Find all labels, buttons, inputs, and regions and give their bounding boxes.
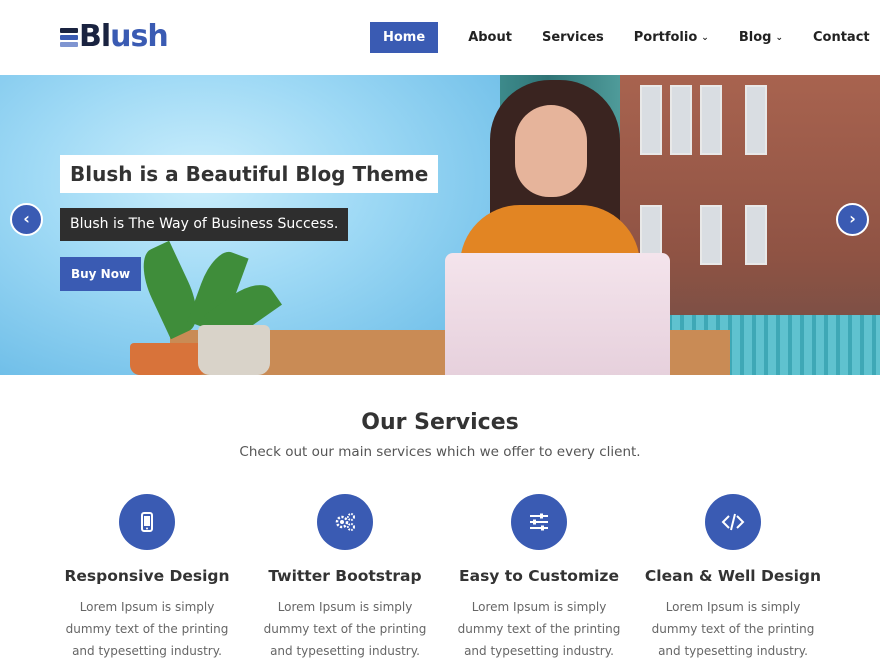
slider-prev-button[interactable]: ‹ <box>10 203 43 236</box>
hero-image-window <box>700 85 722 155</box>
nav-item-portfolio[interactable]: Portfolio ⌄ <box>622 22 721 53</box>
sliders-icon <box>530 513 548 531</box>
nav-item-home[interactable]: Home <box>370 22 439 53</box>
slider-next-button[interactable]: › <box>836 203 869 236</box>
hero-image-pot <box>198 325 270 375</box>
service-title: Easy to Customize <box>459 567 619 585</box>
service-card: Twitter Bootstrap Lorem Ipsum is simply … <box>245 494 445 660</box>
service-card: Clean & Well Design Lorem Ipsum is simpl… <box>633 494 833 660</box>
services-title: Our Services <box>361 410 519 435</box>
site-logo[interactable]: Blush <box>60 19 169 54</box>
service-text: Lorem Ipsum is simply dummy text of the … <box>263 600 427 658</box>
site-header: Blush Home About Services Portfolio ⌄ Bl… <box>0 0 880 75</box>
service-title: Clean & Well Design <box>644 567 822 585</box>
nav-item-label: Blog <box>738 30 772 45</box>
hero-subtitle: Blush is The Way of Business Success. <box>60 208 349 241</box>
service-title: Responsive Design <box>64 567 230 585</box>
service-text: Lorem Ipsum is simply dummy text of the … <box>651 600 815 658</box>
service-icon-circle <box>119 494 175 550</box>
service-card: Easy to Customize Lorem Ipsum is simply … <box>439 494 639 660</box>
gears-icon <box>335 513 355 531</box>
services-subtitle: Check out our main services which we off… <box>239 444 641 460</box>
hero-image-window <box>640 85 662 155</box>
nav-item-label: Home <box>383 30 426 45</box>
mobile-icon <box>141 512 153 532</box>
nav-item-label: About <box>468 30 512 45</box>
hero-image-window <box>700 205 722 265</box>
nav-item-about[interactable]: About <box>456 22 524 53</box>
service-title: Twitter Bootstrap <box>268 567 422 585</box>
logo-text: Blush <box>79 19 169 54</box>
service-icon-circle <box>317 494 373 550</box>
chevron-left-icon: ‹ <box>23 209 30 228</box>
hero-image-window <box>745 205 767 265</box>
code-icon <box>721 513 745 531</box>
nav-item-services[interactable]: Services <box>530 22 616 53</box>
service-text: Lorem Ipsum is simply dummy text of the … <box>65 600 229 658</box>
nav-item-label: Contact <box>812 30 870 45</box>
hero-slider: Blush is a Beautiful Blog Theme Blush is… <box>0 75 880 375</box>
hero-image-face <box>515 105 587 197</box>
chevron-right-icon: › <box>849 209 856 228</box>
hero-image-window <box>745 85 767 155</box>
chevron-down-icon: ⌄ <box>701 33 709 43</box>
main-nav: Home About Services Portfolio ⌄ Blog ⌄ C… <box>370 22 880 53</box>
nav-item-label: Portfolio <box>633 30 698 45</box>
hero-image-pot <box>130 343 208 375</box>
hero-image-laptop <box>445 253 670 375</box>
service-text: Lorem Ipsum is simply dummy text of the … <box>457 600 621 658</box>
service-icon-circle <box>705 494 761 550</box>
service-card: Responsive Design Lorem Ipsum is simply … <box>47 494 247 660</box>
nav-item-contact[interactable]: Contact <box>801 22 880 53</box>
nav-item-blog[interactable]: Blog ⌄ <box>727 22 795 53</box>
chevron-down-icon: ⌄ <box>775 33 783 43</box>
logo-mark-icon <box>60 26 78 48</box>
hero-image-window <box>670 85 692 155</box>
service-icon-circle <box>511 494 567 550</box>
hero-title: Blush is a Beautiful Blog Theme <box>60 155 439 193</box>
buy-now-button[interactable]: Buy Now <box>60 257 141 291</box>
nav-item-label: Services <box>541 30 604 45</box>
